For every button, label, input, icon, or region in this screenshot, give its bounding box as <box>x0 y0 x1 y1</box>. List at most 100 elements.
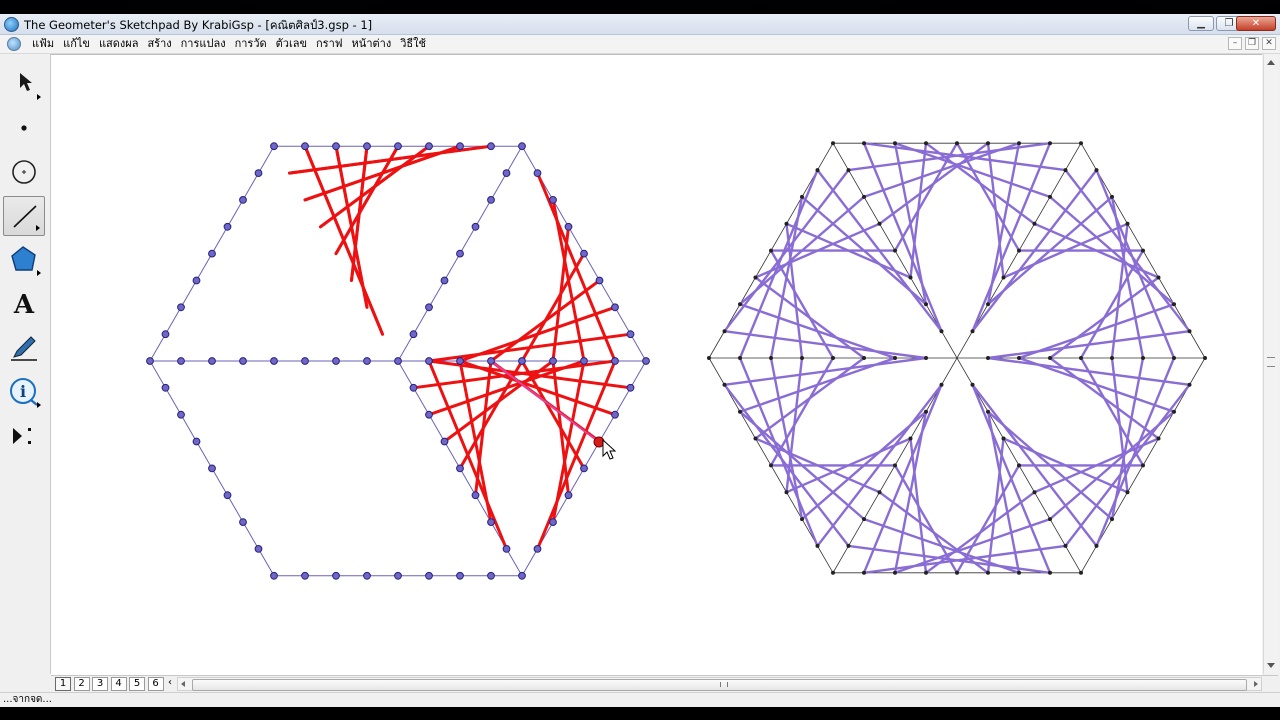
grid-point[interactable] <box>1172 302 1176 307</box>
scroll-left-icon[interactable] <box>181 681 185 687</box>
minimize-button[interactable]: ▁ <box>1188 16 1214 31</box>
grid-point[interactable] <box>1156 275 1161 280</box>
page-tab-5[interactable]: 5 <box>129 677 145 691</box>
grid-point[interactable] <box>1094 168 1099 173</box>
menu-item-6[interactable]: ตัวเลข <box>272 37 312 51</box>
grid-point[interactable] <box>394 142 402 151</box>
grid-point[interactable] <box>301 142 309 151</box>
grid-point[interactable] <box>1001 275 1006 280</box>
purple-string[interactable] <box>1110 222 1129 360</box>
grid-point[interactable] <box>177 357 185 365</box>
grid-point[interactable] <box>487 142 495 151</box>
tab-scroll-left-icon[interactable]: ‹ <box>167 677 173 691</box>
sketch-canvas[interactable] <box>51 54 1262 675</box>
grid-point[interactable] <box>722 329 727 334</box>
grid-point[interactable] <box>924 302 928 307</box>
grid-point[interactable] <box>518 357 526 365</box>
purple-string[interactable] <box>1048 356 1160 440</box>
grid-point[interactable] <box>332 142 340 151</box>
red-string[interactable] <box>489 279 601 363</box>
grid-point[interactable] <box>533 169 542 177</box>
purple-string[interactable] <box>754 276 866 360</box>
vertical-scrollbar[interactable] <box>1263 54 1279 674</box>
grid-point[interactable] <box>1079 141 1083 146</box>
grid-point[interactable] <box>1094 543 1099 548</box>
purple-string[interactable] <box>738 356 819 548</box>
grid-point[interactable] <box>580 357 588 365</box>
grid-point[interactable] <box>986 302 990 307</box>
grid-point[interactable] <box>970 382 975 387</box>
horizontal-scrollbar[interactable] <box>177 677 1262 691</box>
menu-item-7[interactable]: กราฟ <box>312 37 348 51</box>
grid-point[interactable] <box>970 329 975 334</box>
scroll-up-icon[interactable] <box>1267 60 1275 65</box>
grid-point[interactable] <box>487 571 495 580</box>
grid-point[interactable] <box>270 571 278 580</box>
grid-point[interactable] <box>738 302 742 307</box>
page-tab-3[interactable]: 3 <box>92 677 108 691</box>
purple-string[interactable] <box>862 141 943 333</box>
information-tool[interactable]: i <box>3 372 45 412</box>
point-tool[interactable] <box>3 108 45 148</box>
grid-point[interactable] <box>456 249 464 258</box>
grid-point[interactable] <box>502 169 511 177</box>
grid-point[interactable] <box>1017 463 1021 468</box>
grid-point[interactable] <box>939 382 944 387</box>
grid-point[interactable] <box>815 168 820 173</box>
grid-point[interactable] <box>1110 356 1114 360</box>
grid-point[interactable] <box>440 276 449 285</box>
grid-point[interactable] <box>893 570 897 575</box>
grid-point[interactable] <box>862 356 866 360</box>
grid-point[interactable] <box>831 570 835 575</box>
grid-point[interactable] <box>986 570 990 575</box>
grid-point[interactable] <box>986 141 990 146</box>
grid-point[interactable] <box>239 518 247 527</box>
grid-point[interactable] <box>1110 194 1114 199</box>
menu-item-4[interactable]: การแปลง <box>177 37 231 51</box>
doc-close-button[interactable]: ✕ <box>1262 37 1276 50</box>
grid-point[interactable] <box>456 571 464 580</box>
straightedge-tool[interactable] <box>3 196 45 236</box>
grid-point[interactable] <box>208 357 216 365</box>
menu-item-0[interactable]: แฟ้ม <box>28 37 59 51</box>
grid-point[interactable] <box>1187 382 1192 387</box>
grid-point[interactable] <box>1048 570 1052 575</box>
grid-point[interactable] <box>161 383 170 392</box>
grid-point[interactable] <box>1125 490 1130 495</box>
grid-point[interactable] <box>846 543 851 548</box>
grid-point[interactable] <box>769 248 773 253</box>
grid-point[interactable] <box>425 571 433 580</box>
grid-point[interactable] <box>924 409 928 414</box>
red-string[interactable] <box>319 144 431 229</box>
grid-point[interactable] <box>1063 168 1068 173</box>
menu-item-9[interactable]: วิธีใช้ <box>396 37 431 51</box>
grid-point[interactable] <box>223 491 232 500</box>
grid-point[interactable] <box>487 518 495 527</box>
grid-points[interactable] <box>146 141 1207 580</box>
grid-point[interactable] <box>955 570 959 575</box>
grid-point[interactable] <box>626 330 635 339</box>
grid-point[interactable] <box>1172 409 1176 414</box>
grid-point[interactable] <box>924 356 928 360</box>
grid-point[interactable] <box>425 303 433 312</box>
grid-point[interactable] <box>1079 570 1083 575</box>
grid-point[interactable] <box>471 222 480 231</box>
grid-point[interactable] <box>363 571 371 580</box>
scroll-thumb[interactable] <box>192 679 1247 691</box>
app-icon[interactable] <box>4 17 19 32</box>
mouse-cursor-icon[interactable] <box>602 438 617 460</box>
grid-point[interactable] <box>1032 221 1037 226</box>
grid-point[interactable] <box>580 249 588 258</box>
grid-point[interactable] <box>518 571 526 580</box>
grid-point[interactable] <box>784 490 789 495</box>
grid-point[interactable] <box>893 248 897 253</box>
grid-point[interactable] <box>487 357 495 365</box>
grid-point[interactable] <box>1048 517 1052 522</box>
grid-point[interactable] <box>707 356 711 360</box>
arrow-tool[interactable] <box>3 64 45 104</box>
grid-point[interactable] <box>1110 517 1114 522</box>
grid-point[interactable] <box>595 276 604 285</box>
grid-point[interactable] <box>722 382 727 387</box>
grid-point[interactable] <box>769 463 773 468</box>
grid-point[interactable] <box>1063 543 1068 548</box>
